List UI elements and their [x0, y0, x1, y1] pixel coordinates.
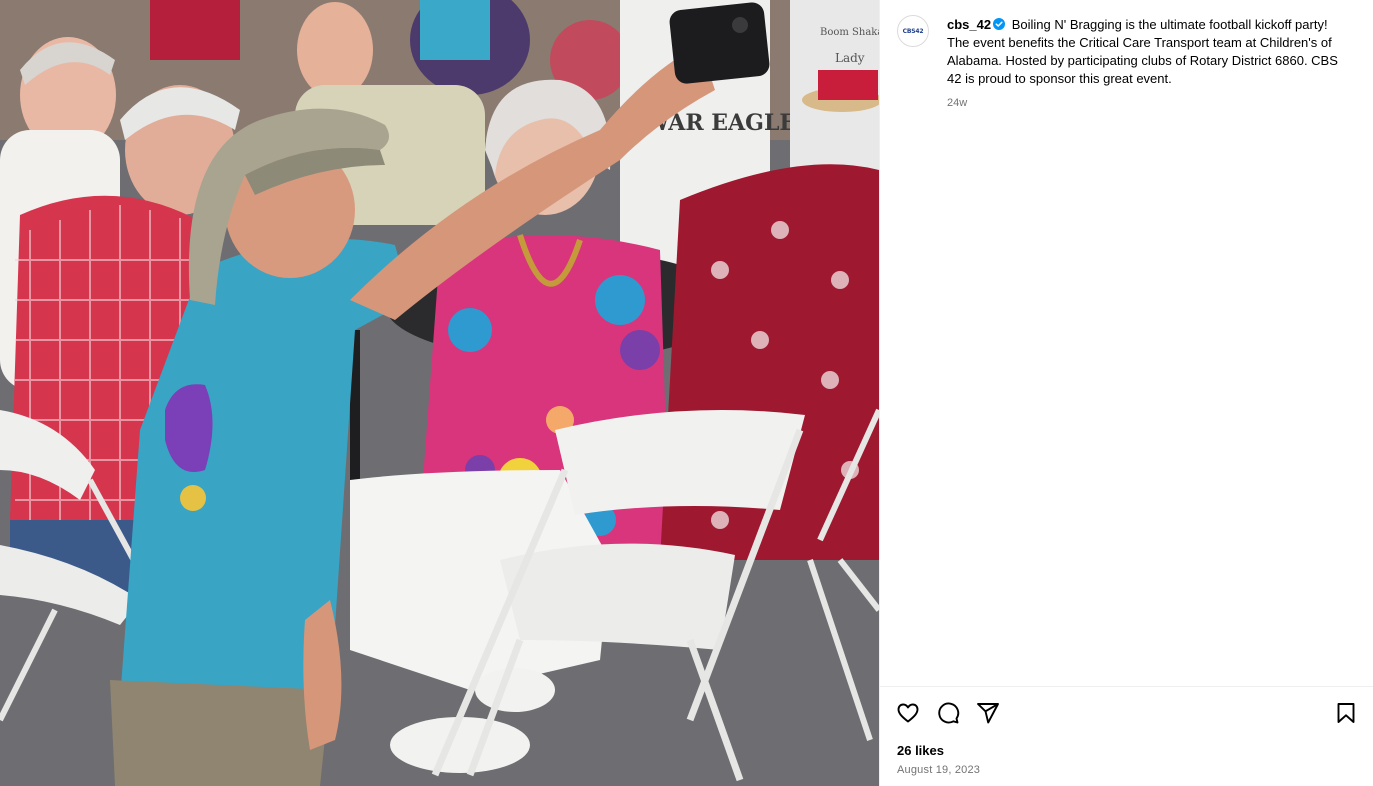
- post-photo[interactable]: WAR EAGLE Boom Shakalaka Lady: [0, 0, 879, 786]
- post-sidebar: CBS42 cbs_42 Boiling N' Bragging is the …: [879, 0, 1373, 786]
- username-link[interactable]: cbs_42: [947, 17, 991, 32]
- post-caption: cbs_42 Boiling N' Bragging is the ultima…: [947, 15, 1347, 88]
- post-footer: 26 likes August 19, 2023: [880, 686, 1373, 786]
- post-date[interactable]: August 19, 2023: [897, 764, 980, 776]
- heart-icon[interactable]: [896, 701, 920, 725]
- comment-icon[interactable]: [936, 701, 960, 725]
- svg-text:Lady: Lady: [835, 51, 865, 65]
- caption-block: cbs_42 Boiling N' Bragging is the ultima…: [947, 15, 1347, 109]
- action-bar: [896, 701, 1358, 725]
- caption-text: Boiling N' Bragging is the ultimate foot…: [947, 17, 1338, 86]
- send-icon[interactable]: [976, 701, 1000, 725]
- relative-timestamp[interactable]: 24w: [947, 97, 1347, 109]
- svg-text:Boom Shakalaka: Boom Shakalaka: [820, 27, 879, 38]
- profile-avatar[interactable]: CBS42: [897, 15, 929, 47]
- avatar-logo: CBS42: [902, 27, 924, 35]
- bookmark-icon[interactable]: [1334, 701, 1358, 725]
- likes-count[interactable]: 26 likes: [897, 743, 944, 758]
- verified-badge-icon: [993, 18, 1006, 30]
